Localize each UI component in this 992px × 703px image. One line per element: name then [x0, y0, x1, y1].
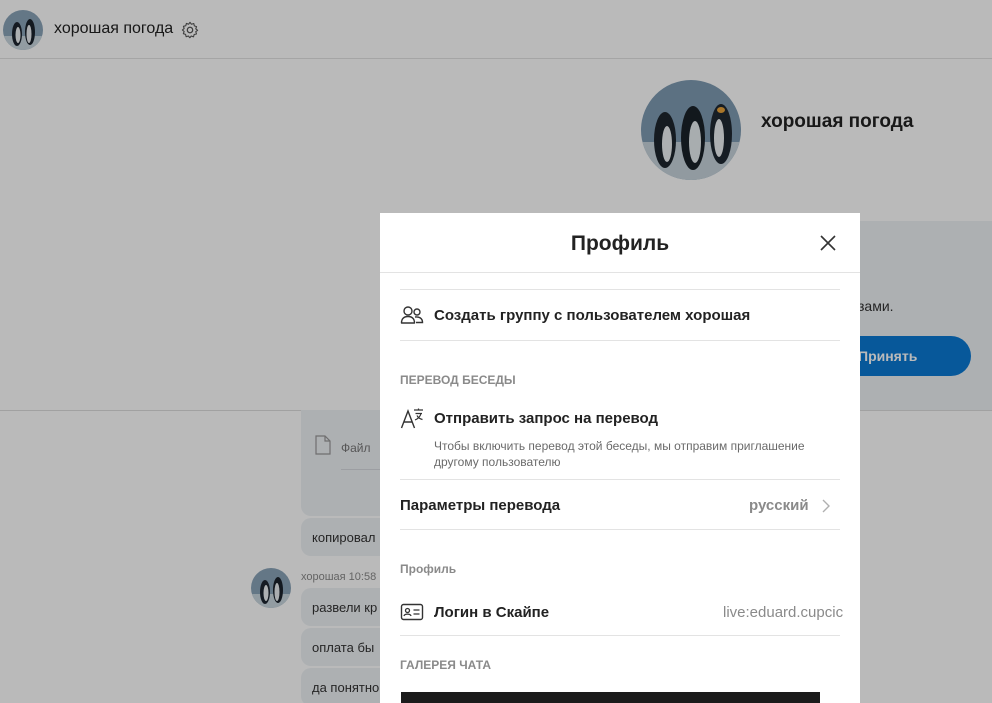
divider	[400, 635, 840, 636]
skype-login-label: Логин в Скайпе	[434, 604, 550, 621]
close-icon[interactable]	[818, 233, 838, 253]
modal-header: Профиль	[380, 213, 860, 273]
modal-title: Профиль	[570, 232, 670, 255]
chat-gallery-heading: ГАЛЕРЕЯ ЧАТА	[400, 658, 491, 672]
gallery-thumbnail[interactable]	[401, 692, 820, 703]
divider	[400, 529, 840, 530]
divider	[400, 340, 840, 341]
divider	[400, 289, 840, 290]
create-group-label: Создать группу с пользователем хорошая	[434, 307, 751, 324]
send-translation-request-label: Отправить запрос на перевод	[434, 410, 659, 427]
translation-params-value: русский	[749, 497, 809, 514]
profile-section-heading: Профиль	[400, 562, 457, 576]
translation-section-heading: ПЕРЕВОД БЕСЕДЫ	[400, 373, 516, 387]
send-translation-request-description: Чтобы включить перевод этой беседы, мы о…	[434, 439, 805, 469]
chevron-right-icon	[822, 499, 830, 513]
translation-params-label: Параметры перевода	[400, 497, 561, 514]
skype-login-value[interactable]: live:eduard.cupcic	[723, 604, 843, 621]
create-group-button[interactable]: Создать группу с пользователем хорошая	[400, 291, 840, 339]
translate-icon	[400, 408, 423, 429]
profile-modal: Профиль Создать группу с пользователем х…	[380, 213, 860, 703]
id-card-icon	[400, 603, 424, 621]
people-icon	[400, 306, 424, 324]
skype-login-row[interactable]: Логин в Скайпе live:eduard.cupcic	[400, 593, 843, 635]
translation-params-button[interactable]: Параметры перевода русский	[400, 480, 840, 529]
